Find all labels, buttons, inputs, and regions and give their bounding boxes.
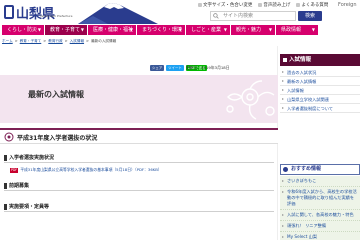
sidebar-item-school[interactable]: 山梨県立学校入試関連 (280, 95, 360, 104)
site-logo[interactable]: 山梨県 (4, 3, 56, 22)
utility-text-size[interactable]: 文字サイズ・色合い変更 (198, 2, 252, 8)
page-title: 最新の入試情報 (28, 90, 84, 99)
site-header: 山梨県 Yamanashi Prefecture 文字サイズ・色合い変更 音声読… (0, 0, 360, 24)
recommend-item[interactable]: さいきぼちもこ (280, 176, 360, 187)
recommend-item[interactable]: 入試に関して、各高校の魅力・特色 (280, 210, 360, 221)
chevron-down-icon: ▼ (311, 27, 315, 32)
recommend-list: さいきぼちもこ 令和6年度入試から、高校生の学校活動の中で積極的に取り組んだ実績… (280, 176, 360, 240)
breadcrumb-current: 最新の入試情報 (91, 39, 117, 43)
sidebar-item-past[interactable]: 過去の入試状況 (280, 68, 360, 77)
subheading-early: 前期募集 (4, 182, 29, 189)
breadcrumb-exam[interactable]: 入試情報 (70, 38, 84, 45)
breadcrumb-education[interactable]: 教育・子育て (20, 38, 42, 45)
section-heading: 平成31年度入学者選抜の状況 (0, 128, 278, 144)
star-icon (283, 167, 288, 172)
logo-mark (4, 5, 14, 19)
facebook-share-button[interactable]: シェア (150, 65, 165, 71)
divider (4, 162, 274, 163)
chevron-down-icon: ▼ (223, 27, 227, 32)
utility-voice[interactable]: 音声読み上げ (258, 2, 290, 8)
divider (4, 211, 274, 212)
square-bullet-icon (283, 58, 287, 62)
pdf-link-text: 平成31年度山梨県公立高等学校入学者選抜の基本事項（5月18日）（PDF：36K… (20, 167, 162, 172)
nav-item-health[interactable]: 医療・健康・福祉 ▼ (88, 25, 136, 35)
sidebar-heading: 入試情報 (280, 54, 360, 66)
recommend-item[interactable]: 頑張れ！ リニア整備 (280, 221, 360, 232)
utility-faq[interactable]: よくある質問 (296, 2, 328, 8)
updated-date: 更新日：2019年3月18日 (186, 65, 230, 70)
breadcrumb-admin[interactable]: 教育行政 (48, 38, 62, 45)
flower-icon (4, 132, 14, 142)
chevron-down-icon: ▼ (268, 27, 272, 32)
page-title-banner: 最新の入試情報 (0, 75, 278, 123)
nav-item-work[interactable]: しごと・産業 ▼ (186, 25, 230, 35)
mount-fuji-illustration (78, 3, 158, 24)
square-bullet-icon (4, 154, 7, 161)
nav-item-life[interactable]: くらし・防災 ▼ (2, 25, 44, 35)
logo-subtitle: Yamanashi Prefecture (40, 14, 73, 18)
recommend-item[interactable]: 令和6年度入試から、高校生の学校活動の中で積極的に取り組んだ実績を評価 (280, 187, 360, 210)
speaker-icon (258, 2, 263, 7)
nav-item-tourism[interactable]: 観光・魅力 ▼ (231, 25, 275, 35)
search-button[interactable]: 検索 (298, 11, 322, 21)
search-placeholder: サイト内検索 (223, 13, 254, 19)
twitter-share-button[interactable]: ツイート (166, 65, 184, 71)
global-nav: くらし・防災 ▼ 教育・子育て ▼ 医療・健康・福祉 ▼ まちづくり・環境 ▼ しごと・… (0, 25, 360, 35)
sidebar: 入試情報 過去の入試状況 最新の入試情報 入試情報 山梨県立学校入試関連 入学者… (280, 46, 360, 240)
square-bullet-icon (4, 203, 7, 210)
flower-decoration-icon (226, 80, 275, 120)
main-content: シェア ツイート LINEで送る 更新日：2019年3月18日 最新の入試情報 … (0, 46, 278, 240)
chevron-down-icon: ▼ (80, 27, 84, 32)
subheading-guidelines: 実施要項・定員等 (4, 203, 49, 210)
sidebar-item-system[interactable]: 入学者選抜制度について (280, 104, 360, 113)
sidebar-item-exam[interactable]: 入試情報 (280, 86, 360, 95)
language-link[interactable]: Foreign (338, 2, 357, 8)
sidebar-item-latest[interactable]: 最新の入試情報 (280, 77, 360, 86)
section-title: 平成31年度入学者選抜の状況 (17, 135, 98, 142)
sidebar-list: 過去の入試状況 最新の入試情報 入試情報 山梨県立学校入試関連 入学者選抜制度に… (280, 68, 360, 113)
search-icon (213, 13, 219, 19)
breadcrumb: ホーム > 教育・子育て > 教育行政 > 入試情報 > 最新の入試情報 (2, 38, 117, 45)
logo-text: 山梨県 (16, 6, 56, 22)
nav-item-environment[interactable]: まちづくり・環境 ▼ (137, 25, 185, 35)
square-bullet-icon (4, 182, 7, 189)
chevron-down-icon: ▼ (129, 27, 133, 32)
divider (4, 190, 274, 191)
utility-links: 文字サイズ・色合い変更 音声読み上げ よくある質問 (198, 2, 328, 8)
nav-item-prefecture[interactable]: 県政情報 ▼ (276, 25, 318, 35)
pdf-link[interactable]: PDF 平成31年度山梨県公立高等学校入学者選抜の基本事項（5月18日）（PDF… (10, 167, 162, 173)
breadcrumb-home[interactable]: ホーム (2, 38, 13, 45)
pdf-badge: PDF (10, 167, 19, 173)
recommend-heading: おすすめ情報 (280, 164, 360, 175)
nav-item-education[interactable]: 教育・子育て ▼ (45, 25, 87, 35)
recommend-item[interactable]: My Select 山梨 (280, 232, 360, 240)
chevron-down-icon: ▼ (178, 27, 182, 32)
chevron-down-icon: ▼ (37, 27, 41, 32)
site-search-input[interactable]: サイト内検索 (210, 11, 296, 21)
subheading-implementation: 入学者選抜実施状況 (4, 154, 54, 161)
question-icon (296, 2, 301, 7)
text-size-icon (198, 2, 202, 7)
